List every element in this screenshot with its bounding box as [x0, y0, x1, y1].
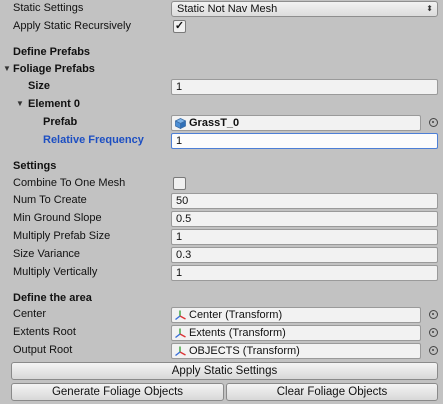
num-to-create-label: Num To Create — [13, 194, 87, 206]
element-0-label: Element 0 — [28, 98, 80, 110]
transform-icon — [175, 310, 186, 320]
object-picker-icon[interactable] — [429, 310, 438, 319]
output-root-object-field[interactable]: OBJECTS (Transform) — [171, 343, 421, 359]
center-row: Center Center (Transform) — [0, 306, 443, 324]
min-ground-slope-input[interactable]: 0.5 — [171, 211, 438, 227]
combine-checkbox[interactable] — [173, 177, 186, 190]
extents-root-row: Extents Root Extents (Transform) — [0, 324, 443, 342]
min-ground-slope-row: Min Ground Slope 0.5 — [0, 210, 443, 228]
define-prefabs-heading: Define Prefabs — [13, 46, 91, 58]
object-picker-icon[interactable] — [429, 346, 438, 355]
relative-frequency-row: Relative Frequency 1 — [0, 132, 443, 150]
size-variance-row: Size Variance 0.3 — [0, 246, 443, 264]
multiply-prefab-size-row: Multiply Prefab Size 1 — [0, 228, 443, 246]
object-picker-icon[interactable] — [429, 328, 438, 337]
min-ground-slope-label: Min Ground Slope — [13, 212, 102, 224]
static-settings-label: Static Settings — [13, 2, 84, 14]
combine-row: Combine To One Mesh — [0, 175, 443, 193]
output-root-row: Output Root OBJECTS (Transform) — [0, 342, 443, 360]
size-label: Size — [28, 80, 51, 92]
transform-icon — [175, 346, 186, 356]
extents-root-object-field[interactable]: Extents (Transform) — [171, 325, 421, 341]
define-prefabs-section: Define Prefabs — [0, 44, 443, 62]
multiply-prefab-size-input[interactable]: 1 — [171, 229, 438, 245]
size-input[interactable]: 1 — [171, 79, 438, 95]
output-root-value: OBJECTS (Transform) — [189, 345, 300, 357]
prefab-cube-icon — [175, 117, 186, 129]
prefab-object-field[interactable]: GrassT_0 — [171, 115, 421, 131]
multiply-prefab-size-label: Multiply Prefab Size — [13, 230, 111, 242]
apply-static-recursively-label: Apply Static Recursively — [13, 20, 131, 32]
extents-root-label: Extents Root — [13, 326, 76, 338]
prefab-row: Prefab GrassT_0 — [0, 114, 443, 132]
apply-static-settings-button[interactable]: Apply Static Settings — [11, 362, 438, 380]
size-row: Size 1 — [0, 78, 443, 96]
apply-static-recursively-checkbox[interactable]: ✓ — [173, 20, 186, 33]
num-to-create-row: Num To Create 50 — [0, 192, 443, 210]
size-variance-input[interactable]: 0.3 — [171, 247, 438, 263]
relative-frequency-input[interactable]: 1 — [171, 133, 438, 149]
multiply-vertically-input[interactable]: 1 — [171, 265, 438, 281]
prefab-value: GrassT_0 — [189, 117, 240, 129]
foldout-open-icon[interactable]: ▼ — [3, 64, 11, 73]
clear-foliage-button[interactable]: Clear Foliage Objects — [226, 383, 438, 401]
num-to-create-input[interactable]: 50 — [171, 193, 438, 209]
foldout-open-icon[interactable]: ▼ — [16, 99, 24, 108]
settings-section: Settings — [0, 158, 443, 176]
checkmark-icon: ✓ — [174, 20, 185, 32]
multiply-vertically-label: Multiply Vertically — [13, 266, 98, 278]
multiply-vertically-row: Multiply Vertically 1 — [0, 264, 443, 282]
element-0-foldout[interactable]: ▼ Element 0 — [0, 96, 443, 114]
static-settings-value: Static Not Nav Mesh — [177, 3, 278, 15]
foliage-prefabs-foldout[interactable]: ▼ Foliage Prefabs — [0, 61, 443, 79]
settings-heading: Settings — [13, 160, 57, 172]
apply-static-recursively-row: Apply Static Recursively ✓ — [0, 18, 443, 36]
static-settings-dropdown[interactable]: Static Not Nav Mesh ⬍ — [171, 1, 438, 17]
static-settings-row: Static Settings Static Not Nav Mesh ⬍ — [0, 0, 443, 18]
size-variance-label: Size Variance — [13, 248, 81, 260]
relative-frequency-label: Relative Frequency — [43, 134, 144, 146]
center-object-field[interactable]: Center (Transform) — [171, 307, 421, 323]
object-picker-icon[interactable] — [429, 118, 438, 127]
prefab-label: Prefab — [43, 116, 78, 128]
define-area-heading: Define the area — [13, 292, 92, 304]
center-label: Center — [13, 308, 47, 320]
generate-foliage-button[interactable]: Generate Foliage Objects — [11, 383, 224, 401]
combine-label: Combine To One Mesh — [13, 177, 126, 189]
dropdown-arrow-icon: ⬍ — [426, 4, 433, 13]
extents-root-value: Extents (Transform) — [189, 327, 286, 339]
foliage-prefabs-label: Foliage Prefabs — [13, 63, 95, 75]
transform-icon — [175, 328, 186, 338]
center-value: Center (Transform) — [189, 309, 283, 321]
output-root-label: Output Root — [13, 344, 73, 356]
